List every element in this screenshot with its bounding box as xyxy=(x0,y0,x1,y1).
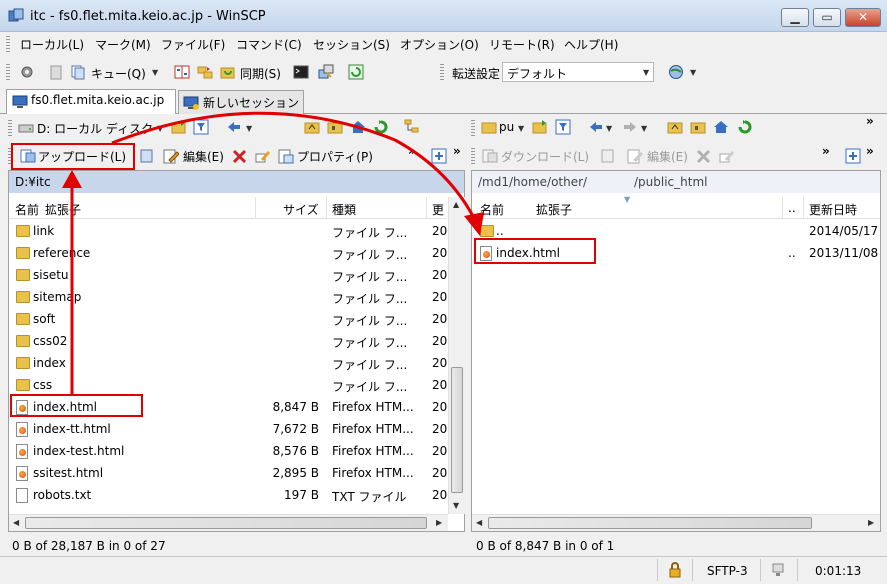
upload-arrow-head xyxy=(62,170,82,188)
transfer-arrow-curve xyxy=(111,111,478,223)
annotation-arrows xyxy=(62,111,484,394)
transfer-arrow-head xyxy=(464,212,484,236)
